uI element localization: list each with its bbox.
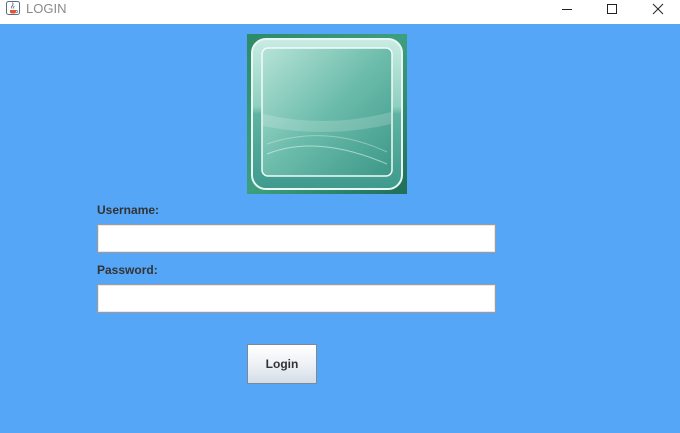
maximize-icon	[606, 3, 618, 15]
java-cup-icon	[5, 0, 21, 16]
title-bar[interactable]: LOGIN	[0, 0, 680, 24]
minimize-button[interactable]	[545, 0, 589, 17]
close-button[interactable]	[636, 0, 680, 17]
username-label: Username:	[97, 203, 160, 217]
login-button[interactable]: Login	[247, 344, 317, 384]
glass-square-logo	[247, 34, 407, 194]
password-label: Password:	[97, 263, 158, 277]
close-icon	[652, 3, 664, 15]
password-input[interactable]	[97, 284, 496, 313]
minimize-icon	[561, 3, 573, 15]
window-title: LOGIN	[26, 1, 67, 16]
username-input[interactable]	[97, 224, 496, 253]
maximize-button[interactable]	[590, 0, 634, 17]
login-window: LOGIN Username: Password: Login	[0, 0, 680, 433]
